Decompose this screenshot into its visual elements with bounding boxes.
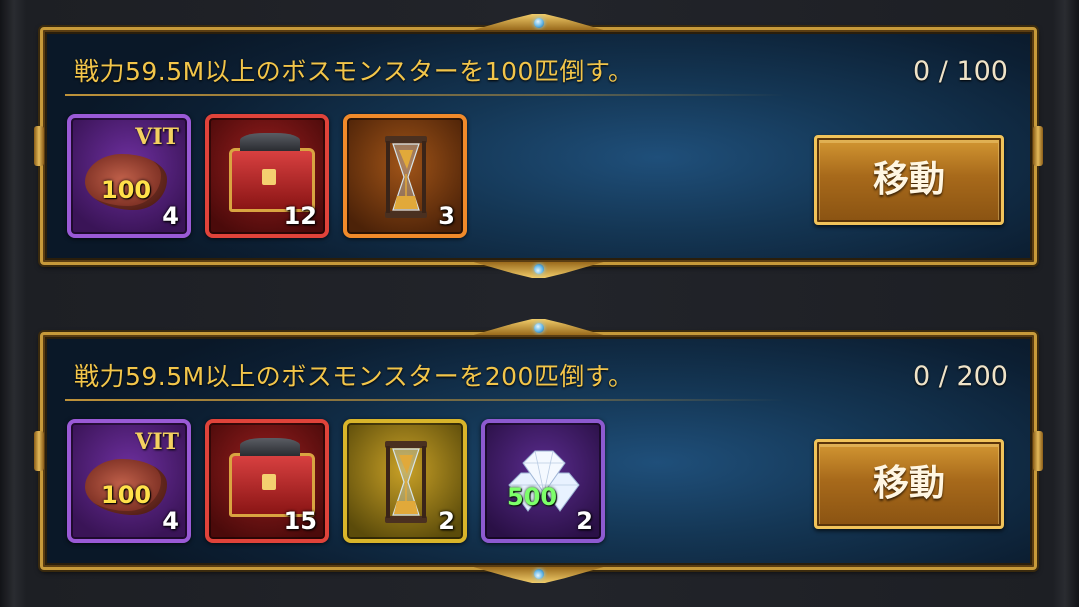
reward-count: 15 <box>283 507 317 535</box>
quest-progress: 0 / 200 <box>913 361 1008 392</box>
reward-count: 4 <box>162 202 179 230</box>
frame-knob-right <box>1033 126 1043 166</box>
quest-progress: 0 / 100 <box>913 56 1008 87</box>
frame-knob-left <box>34 431 44 471</box>
reward-list: VIT 100 4 15 2 500 2 <box>67 419 605 543</box>
gem-icon <box>534 264 544 274</box>
quest-title: 戦力59.5M以上のボスモンスターを100匹倒す。 <box>74 57 634 86</box>
reward-hourglass-item[interactable]: 3 <box>343 114 467 238</box>
reward-value-label: 100 <box>101 176 152 204</box>
vit-badge: VIT <box>135 124 179 150</box>
reward-count: 2 <box>576 507 593 535</box>
hourglass-icon <box>385 441 427 523</box>
reward-count: 3 <box>438 202 455 230</box>
vit-badge: VIT <box>135 429 179 455</box>
gem-icon <box>533 323 544 333</box>
frame-knob-right <box>1033 431 1043 471</box>
quest-title: 戦力59.5M以上のボスモンスターを200匹倒す。 <box>74 362 634 391</box>
reward-vit-item[interactable]: VIT 100 4 <box>67 419 191 543</box>
go-button[interactable]: 移動 <box>814 439 1004 529</box>
title-divider <box>65 94 785 96</box>
reward-count: 4 <box>162 507 179 535</box>
gem-icon <box>533 18 544 28</box>
hourglass-icon <box>385 136 427 218</box>
reward-hourglass-item[interactable]: 2 <box>343 419 467 543</box>
reward-count: 2 <box>438 507 455 535</box>
reward-value-label: 500 <box>507 483 558 511</box>
quest-card-1: 戦力59.5M以上のボスモンスターを100匹倒す。 0 / 100 VIT 10… <box>34 14 1043 265</box>
go-button[interactable]: 移動 <box>814 135 1004 225</box>
title-divider <box>65 399 785 401</box>
reward-value-label: 100 <box>101 481 152 509</box>
gem-icon <box>534 569 544 579</box>
reward-count: 12 <box>283 202 317 230</box>
reward-vit-item[interactable]: VIT 100 4 <box>67 114 191 238</box>
reward-chest-item[interactable]: 15 <box>205 419 329 543</box>
frame-knob-left <box>34 126 44 166</box>
reward-list: VIT 100 4 12 3 <box>67 114 467 238</box>
reward-chest-item[interactable]: 12 <box>205 114 329 238</box>
reward-diamond-item[interactable]: 500 2 <box>481 419 605 543</box>
quest-card-2: 戦力59.5M以上のボスモンスターを200匹倒す。 0 / 200 VIT 10… <box>34 319 1043 570</box>
